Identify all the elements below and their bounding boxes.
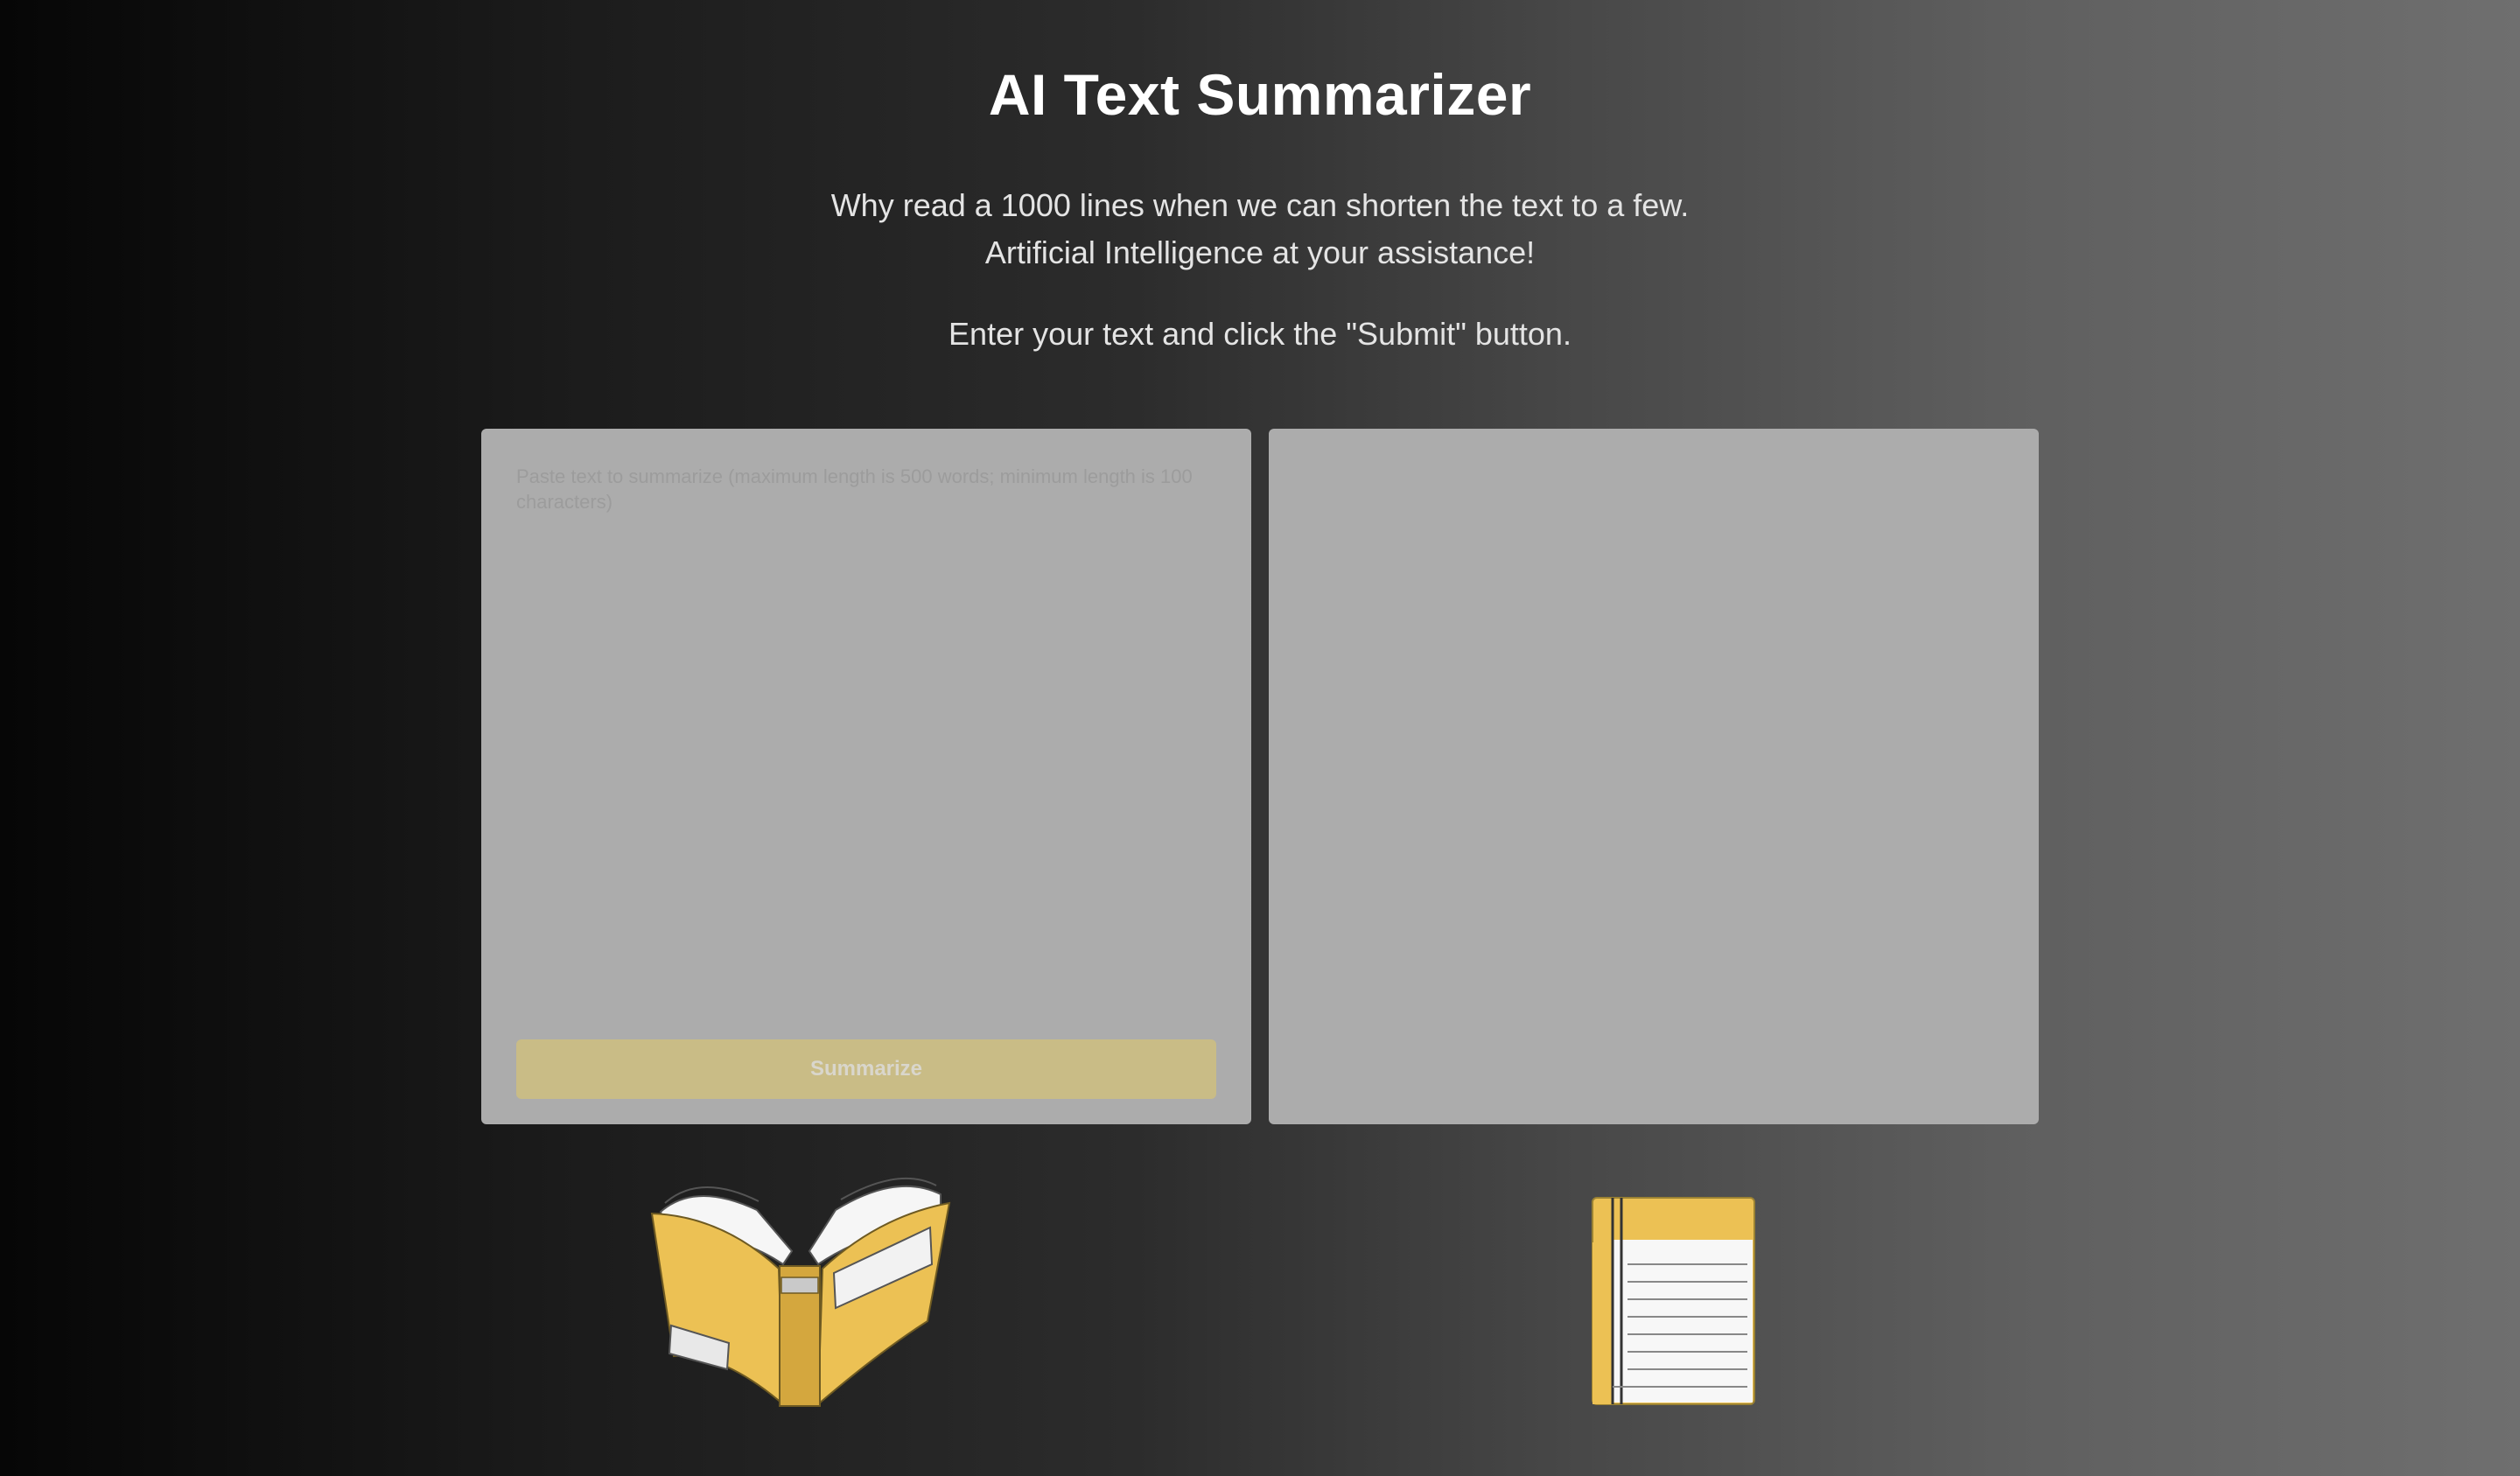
notepad-icon — [1588, 1194, 1763, 1409]
input-panel: Summarize — [481, 429, 1251, 1124]
instruction-text: Enter your text and click the "Submit" b… — [948, 316, 1572, 352]
page-title: AI Text Summarizer — [988, 62, 1532, 127]
summarize-button[interactable]: Summarize — [516, 1039, 1216, 1099]
text-input[interactable] — [516, 464, 1216, 1006]
tagline-line-2: Artificial Intelligence at your assistan… — [984, 234, 1536, 270]
summary-output — [1304, 464, 2004, 1089]
tagline-line-1: Why read a 1000 lines when we can shorte… — [830, 187, 1690, 223]
output-panel — [1269, 429, 2039, 1124]
open-book-icon — [643, 1168, 958, 1409]
